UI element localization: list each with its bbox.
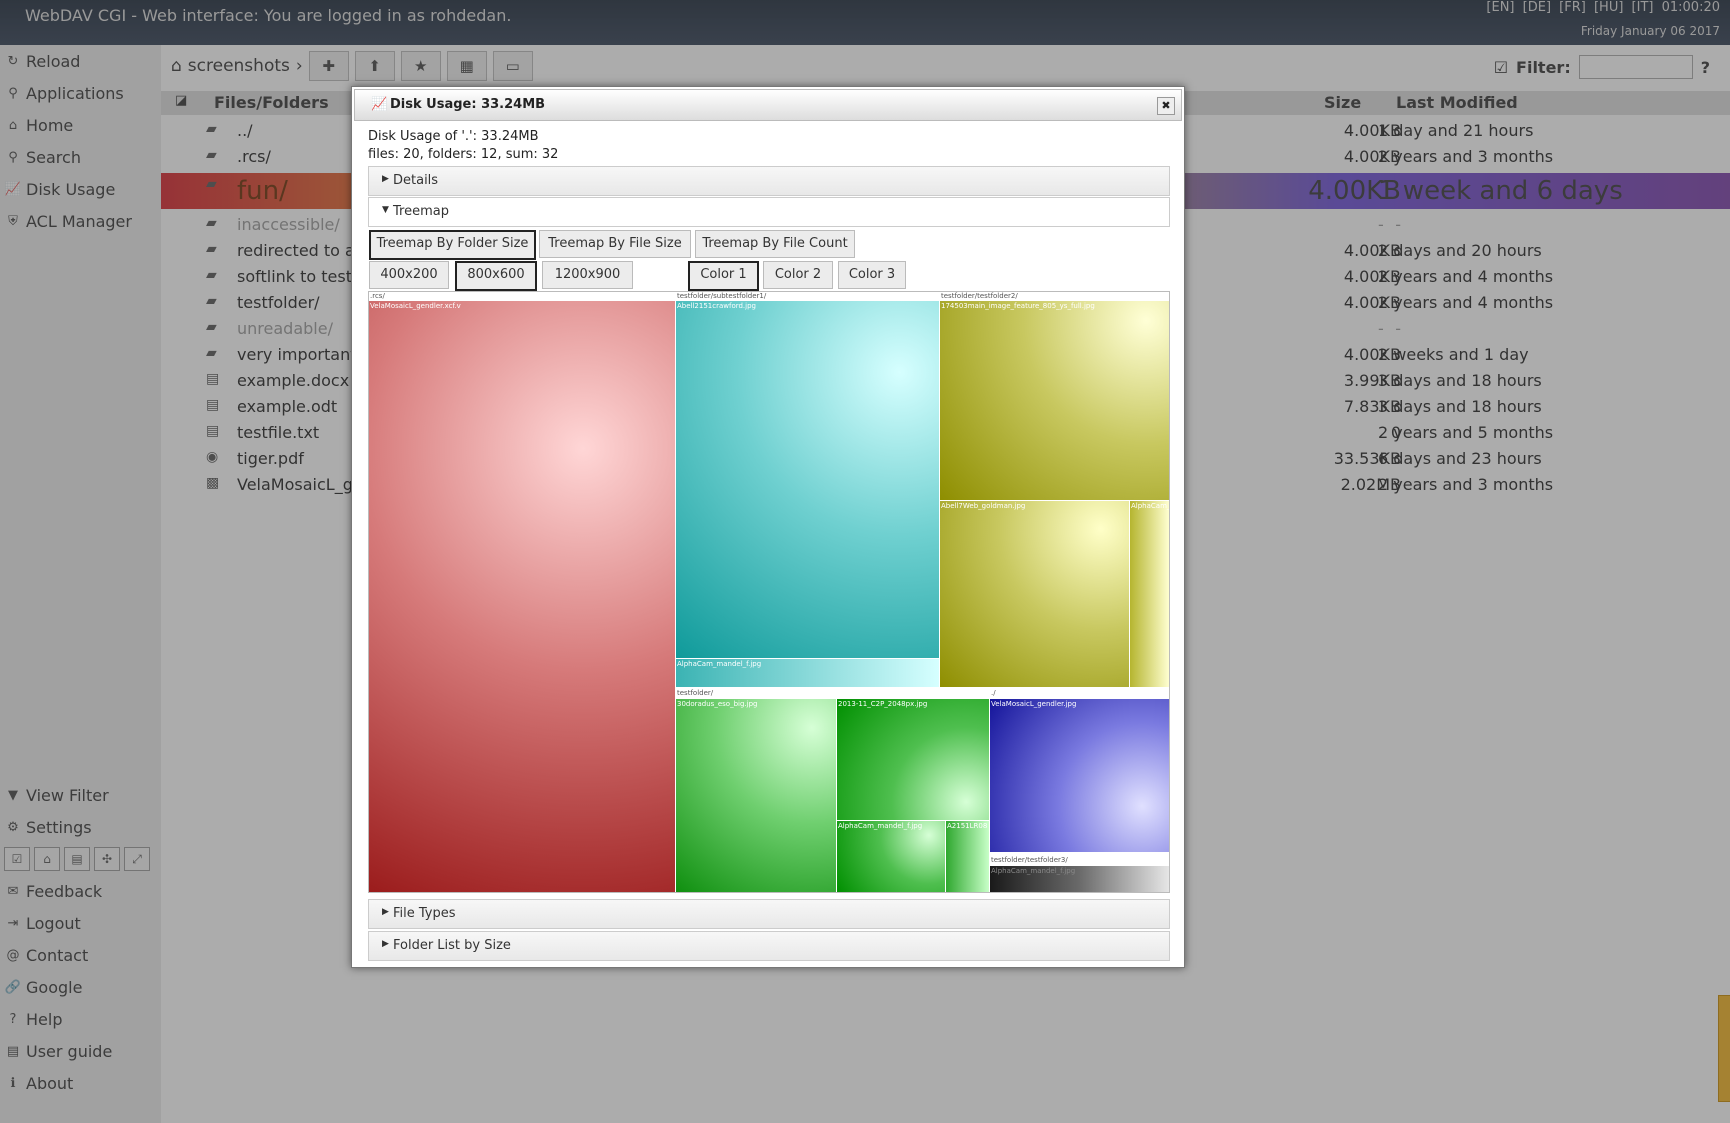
treemap-cell-label: Abell2151crawford.jpg — [677, 302, 756, 310]
section-title: Details — [393, 173, 439, 188]
size-400x200-button[interactable]: 400x200 — [369, 261, 449, 289]
treemap-cell-label: VelaMosaicL_gendler.xcf.v — [370, 302, 461, 310]
close-icon: ✖ — [1161, 99, 1171, 112]
treemap-cell-label: AlphaCam_mandel_f.jpg — [838, 822, 923, 830]
treemap-cell[interactable]: Abell7Web_goldman.jpg — [940, 501, 1129, 687]
size-1200x900-button[interactable]: 1200x900 — [542, 261, 633, 289]
treemap-section[interactable]: ▼ Treemap — [368, 197, 1170, 227]
close-button[interactable]: ✖ — [1157, 97, 1175, 115]
treemap-by-folder-size-button[interactable]: Treemap By Folder Size — [369, 230, 536, 260]
caret-right-icon: ▶ — [382, 907, 389, 917]
caret-right-icon: ▶ — [382, 174, 389, 184]
size-800x600-button[interactable]: 800x600 — [455, 261, 537, 291]
treemap-cell-label: 30doradus_eso_big.jpg — [677, 700, 758, 708]
disk-usage-dialog: 📈 Disk Usage: 33.24MB ✖ Disk Usage of '.… — [351, 86, 1185, 968]
treemap-cell[interactable]: AlphaCam_mandel_f.jpg — [676, 659, 939, 687]
treemap-cell[interactable]: A2151LR08 — [946, 821, 989, 892]
treemap-group-label: testfolder/testfolder2/ — [941, 292, 1018, 300]
treemap-cell[interactable]: AlphaCam_ — [1130, 501, 1169, 687]
color-2-button[interactable]: Color 2 — [763, 261, 833, 289]
treemap-group-label: testfolder/ — [677, 689, 714, 697]
disk-usage-summary: Disk Usage of '.': 33.24MB — [368, 129, 539, 144]
treemap-cell-label: 2013-11_C2P_2048px.jpg — [838, 700, 928, 708]
color-3-button[interactable]: Color 3 — [838, 261, 906, 289]
treemap: .rcs/ testfolder/subtestfolder1/ testfol… — [368, 291, 1170, 893]
dialog-title: Disk Usage: 33.24MB — [390, 97, 546, 112]
file-types-section[interactable]: ▶ File Types — [368, 899, 1170, 929]
treemap-cell[interactable]: 2013-11_C2P_2048px.jpg — [837, 699, 989, 820]
treemap-group-label: testfolder/subtestfolder1/ — [677, 292, 767, 300]
treemap-by-file-size-button[interactable]: Treemap By File Size — [539, 230, 691, 258]
dialog-header[interactable]: 📈 Disk Usage: 33.24MB ✖ — [354, 89, 1182, 121]
caret-right-icon: ▶ — [382, 939, 389, 949]
treemap-cell[interactable]: VelaMosaicL_gendler.xcf.v — [369, 301, 675, 892]
treemap-cell[interactable]: AlphaCam_mandel_f.jpg — [837, 821, 945, 892]
treemap-group-label: .rcs/ — [370, 292, 385, 300]
section-title: Treemap — [393, 204, 449, 219]
details-section[interactable]: ▶ Details — [368, 166, 1170, 196]
treemap-cell[interactable]: 30doradus_eso_big.jpg — [676, 699, 836, 892]
caret-down-icon: ▼ — [382, 205, 389, 215]
treemap-cell[interactable]: Abell2151crawford.jpg — [676, 301, 939, 658]
treemap-cell-label: AlphaCam_mandel_f.jpg — [677, 660, 762, 668]
treemap-cell[interactable]: VelaMosaicL_gendler.jpg — [990, 699, 1169, 852]
folder-list-section[interactable]: ▶ Folder List by Size — [368, 931, 1170, 961]
treemap-group-label: ./ — [991, 689, 996, 697]
treemap-group-label: testfolder/testfolder3/ — [991, 856, 1068, 864]
treemap-by-file-count-button[interactable]: Treemap By File Count — [695, 230, 855, 258]
treemap-cell[interactable]: 174503main_image_feature_805_ys_full.jpg — [940, 301, 1169, 500]
treemap-cell[interactable]: AlphaCam_mandel_f.jpg — [990, 866, 1169, 892]
treemap-cell-label: 174503main_image_feature_805_ys_full.jpg — [941, 302, 1095, 310]
section-title: File Types — [393, 906, 456, 921]
disk-usage-counts: files: 20, folders: 12, sum: 32 — [368, 147, 559, 162]
treemap-cell-label: AlphaCam_ — [1131, 502, 1170, 510]
section-title: Folder List by Size — [393, 938, 511, 953]
chart-icon: 📈 — [371, 97, 388, 112]
color-1-button[interactable]: Color 1 — [688, 261, 759, 291]
treemap-cell-label: VelaMosaicL_gendler.jpg — [991, 700, 1077, 708]
treemap-cell-label: A2151LR08 — [947, 822, 988, 830]
treemap-cell-label: Abell7Web_goldman.jpg — [941, 502, 1026, 510]
treemap-cell-label: AlphaCam_mandel_f.jpg — [991, 867, 1076, 875]
